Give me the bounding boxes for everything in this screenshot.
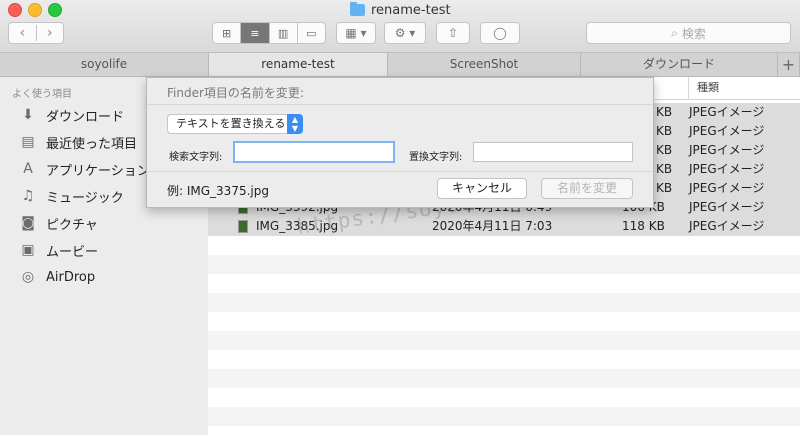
download-icon: ⬇ xyxy=(22,107,34,123)
file-kind: JPEGイメージ xyxy=(689,162,765,176)
sidebar-item-downloads[interactable]: ⬇ ダウンロード xyxy=(18,104,124,126)
search-icon: ⌕ xyxy=(671,25,678,40)
rename-button[interactable]: 名前を変更 xyxy=(541,178,633,199)
gallery-view-button[interactable]: ▭ xyxy=(296,23,325,43)
pictures-icon: ◙ xyxy=(21,215,35,231)
tab-bar: soyolife rename-test ScreenShot ダウンロード + xyxy=(0,53,800,77)
file-size: KB xyxy=(656,143,673,157)
tab-screenshot[interactable]: ScreenShot xyxy=(388,53,581,76)
arrange-button[interactable]: ▦ ▾ xyxy=(336,22,376,44)
rename-dialog: Finder項目の名前を変更: テキストを置き換える ▲ ▼ 検索文字列: 置換文… xyxy=(146,77,654,208)
sidebar-item-label: アプリケーション xyxy=(46,163,150,179)
rename-mode-value: テキストを置き換える xyxy=(176,117,286,130)
tags-button[interactable]: ◯ xyxy=(480,22,520,44)
action-menu-button[interactable]: ⚙ ▾ xyxy=(384,22,426,44)
sidebar-item-label: AirDrop xyxy=(46,269,96,285)
icon-view-button[interactable]: ⊞ xyxy=(213,23,240,43)
dialog-title: Finder項目の名前を変更: xyxy=(167,86,304,100)
divider xyxy=(147,104,653,105)
find-field[interactable] xyxy=(233,141,395,163)
file-size: KB xyxy=(656,105,673,119)
finder-window: rename-test ‹ › ⊞ ≡ ▥ ▭ ▦ ▾ ⚙ ▾ ⇧ ◯ ⌕ 検索… xyxy=(0,0,800,435)
file-kind: JPEGイメージ xyxy=(689,105,765,119)
sidebar-item-label: ピクチャ xyxy=(46,217,98,233)
empty-row xyxy=(208,255,800,274)
file-size: KB xyxy=(656,181,673,195)
toolbar: rename-test ‹ › ⊞ ≡ ▥ ▭ ▦ ▾ ⚙ ▾ ⇧ ◯ ⌕ 検索 xyxy=(0,0,800,53)
sidebar-item-pictures[interactable]: ◙ ピクチャ xyxy=(18,212,98,234)
empty-row xyxy=(208,369,800,388)
column-view-button[interactable]: ▥ xyxy=(268,23,297,43)
airdrop-icon: ◎ xyxy=(21,269,35,285)
share-button[interactable]: ⇧ xyxy=(436,22,470,44)
sidebar-item-label: ダウンロード xyxy=(46,109,125,125)
file-size: 118 KB xyxy=(622,219,665,233)
file-name: IMG_3385.jpg xyxy=(256,219,339,233)
file-kind: JPEGイメージ xyxy=(689,143,765,157)
music-icon: ♫ xyxy=(21,188,35,204)
zoom-window-button[interactable] xyxy=(48,3,62,17)
tab-rename-test[interactable]: rename-test xyxy=(209,53,388,76)
folder-icon xyxy=(350,2,365,16)
file-size: KB xyxy=(656,124,673,138)
file-kind: JPEGイメージ xyxy=(689,200,765,214)
sidebar-item-airdrop[interactable]: ◎ AirDrop xyxy=(18,266,95,288)
minimize-window-button[interactable] xyxy=(28,3,42,17)
empty-row xyxy=(208,293,800,312)
file-kind: JPEGイメージ xyxy=(689,124,765,138)
jpeg-file-icon xyxy=(238,220,248,233)
empty-row xyxy=(208,331,800,350)
replace-label: 置換文字列: xyxy=(409,152,463,163)
chevron-updown-icon: ▲ ▼ xyxy=(287,114,303,134)
back-button[interactable]: ‹ xyxy=(9,25,36,41)
tab-soyolife[interactable]: soyolife xyxy=(0,53,209,76)
search-placeholder: 検索 xyxy=(681,26,706,41)
column-kind-header[interactable]: 種類 xyxy=(688,77,719,99)
divider xyxy=(147,171,653,172)
file-date: 2020年4月11日 7:03 xyxy=(432,219,553,233)
rename-mode-select[interactable]: テキストを置き換える ▲ ▼ xyxy=(167,114,303,134)
replace-field[interactable] xyxy=(473,142,633,162)
window-title-text: rename-test xyxy=(371,2,451,18)
list-view-button[interactable]: ≡ xyxy=(240,23,269,43)
forward-button[interactable]: › xyxy=(35,25,64,41)
sidebar-item-music[interactable]: ♫ ミュージック xyxy=(18,185,124,207)
table-row[interactable]: IMG_3385.jpg 2020年4月11日 7:03 118 KB JPEG… xyxy=(208,217,800,236)
recents-icon: ▤ xyxy=(21,134,35,150)
rename-example: 例: IMG_3375.jpg xyxy=(167,184,269,198)
tab-downloads[interactable]: ダウンロード xyxy=(581,53,778,76)
search-input[interactable]: ⌕ 検索 xyxy=(586,22,791,44)
sidebar-section-favorites: よく使う項目 xyxy=(12,89,72,100)
sidebar-item-label: 最近使った項目 xyxy=(46,136,138,152)
file-size: KB xyxy=(656,162,673,176)
sidebar-item-recents[interactable]: ▤ 最近使った項目 xyxy=(18,131,137,153)
sidebar-item-label: ムービー xyxy=(46,244,99,260)
sidebar-item-applications[interactable]: A アプリケーション xyxy=(18,158,150,180)
movies-icon: ▣ xyxy=(21,242,35,258)
file-kind: JPEGイメージ xyxy=(689,181,765,195)
view-mode-group: ⊞ ≡ ▥ ▭ xyxy=(212,22,326,44)
new-tab-button[interactable]: + xyxy=(778,53,800,76)
empty-row xyxy=(208,407,800,426)
window-title: rename-test xyxy=(350,1,451,19)
sidebar-item-label: ミュージック xyxy=(46,190,124,206)
close-window-button[interactable] xyxy=(8,3,22,17)
applications-icon: A xyxy=(23,161,33,177)
file-kind: JPEGイメージ xyxy=(689,219,765,233)
back-forward-group: ‹ › xyxy=(8,22,64,44)
cancel-button[interactable]: キャンセル xyxy=(437,178,527,199)
sidebar-item-movies[interactable]: ▣ ムービー xyxy=(18,239,98,261)
find-label: 検索文字列: xyxy=(169,152,223,163)
